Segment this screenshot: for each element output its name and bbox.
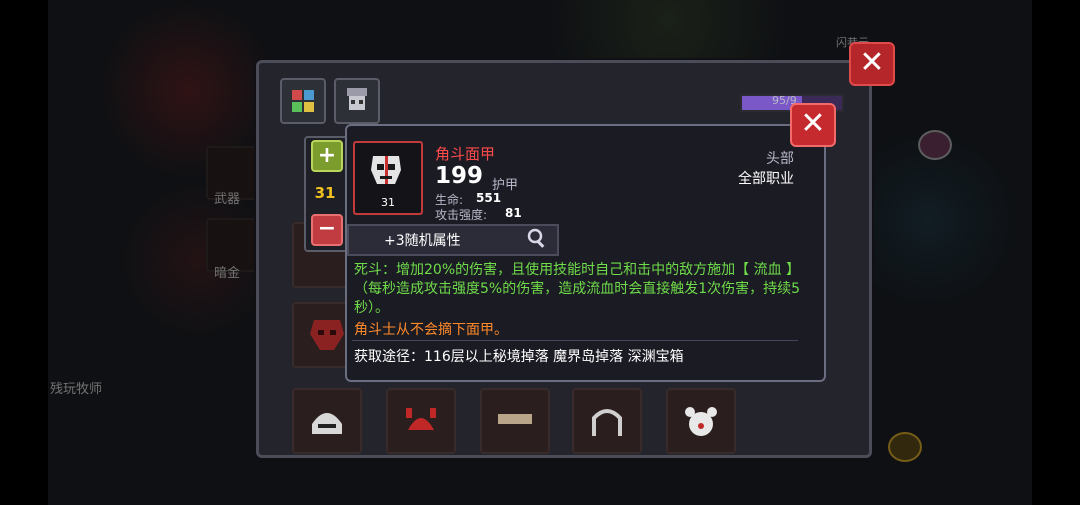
tab-character-icon[interactable] [334, 78, 380, 124]
armor-value: 199 [435, 163, 484, 189]
item-source-text: 获取途径：116层以上秘境掉落 魔界岛掉落 深渊宝箱 [354, 349, 684, 365]
level-decrease-button[interactable]: − [311, 214, 343, 246]
level-increase-button[interactable]: + [311, 140, 343, 172]
level-value: 31 [314, 184, 336, 202]
right-letterbox [1032, 0, 1080, 505]
item-icon-level: 31 [381, 196, 395, 209]
panel-close-button[interactable]: ✕ [849, 42, 895, 86]
grid-icon [292, 90, 314, 112]
tooltip-divider [352, 340, 798, 341]
bear-mask-icon [685, 407, 717, 436]
left-letterbox [0, 0, 48, 505]
gladiator-mask-icon [371, 156, 401, 184]
hood-icon [592, 409, 622, 436]
item-flavor-text: 角斗士从不会摘下面甲。 [354, 322, 508, 338]
equip-slot-type: 头部 [766, 151, 794, 167]
inventory-slot[interactable] [666, 388, 736, 454]
magnifier-icon[interactable] [526, 227, 548, 249]
inventory-slot[interactable] [292, 388, 362, 454]
attack-stat-label: 攻击强度: [435, 208, 488, 222]
class-restriction: 全部职业 [738, 171, 794, 187]
tab-inventory-grid-icon[interactable] [280, 78, 326, 124]
item-name: 角斗面甲 [435, 145, 496, 163]
inventory-slot[interactable] [386, 388, 456, 454]
item-effect-description: 死斗：增加20%的伤害，且使用技能时自己和击中的敌方施加【 流血 】（每秒造成攻… [354, 262, 801, 316]
helmet-icon [312, 413, 342, 434]
random-attributes-label: +3随机属性 [384, 233, 461, 249]
crab-helmet-icon [406, 408, 436, 430]
tooltip-close-button[interactable]: ✕ [790, 103, 836, 147]
attack-stat-value: 81 [505, 206, 522, 220]
bandana-icon [498, 414, 532, 424]
character-icon [347, 88, 367, 110]
inventory-slot[interactable] [572, 388, 642, 454]
health-stat-value: 551 [476, 191, 502, 205]
inventory-slot[interactable] [480, 388, 550, 454]
